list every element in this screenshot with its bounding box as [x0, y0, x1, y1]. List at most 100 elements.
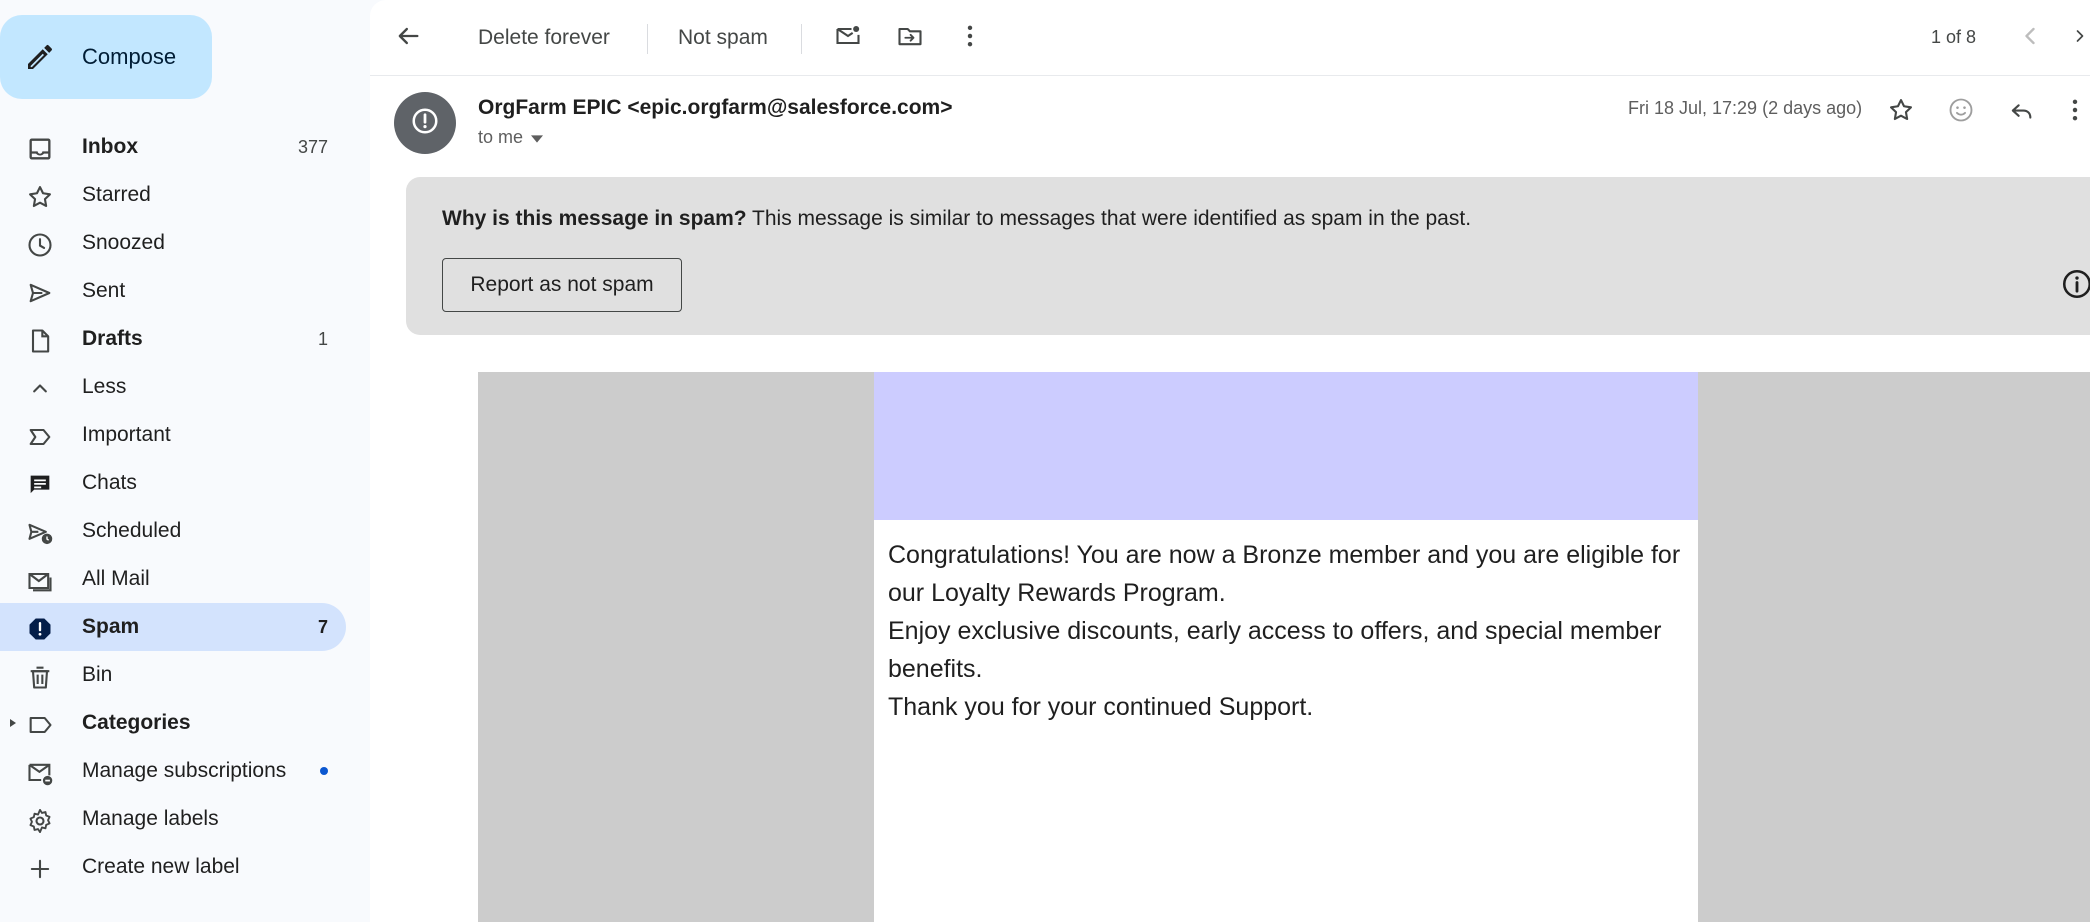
expand-caret-icon[interactable] [8, 716, 18, 735]
sidebar-item-sent[interactable]: Sent [0, 267, 346, 315]
sidebar-item-label: Starred [82, 183, 151, 206]
sidebar-item-label: Scheduled [82, 519, 182, 542]
sidebar-item-drafts[interactable]: Drafts 1 [0, 315, 346, 363]
spam-reason-text: Why is this message in spam? This messag… [442, 207, 1471, 231]
sidebar-item-manage-subscriptions[interactable]: Manage subscriptions [0, 747, 346, 795]
sidebar-item-label: All Mail [82, 567, 150, 590]
sidebar-item-categories[interactable]: Categories [0, 699, 346, 747]
sidebar-nav: Inbox 377 Starred Snoozed Sent Drafts 1 … [0, 123, 346, 891]
sidebar: Compose Inbox 377 Starred Snoozed Sent D… [0, 0, 370, 922]
email-body-text: Congratulations! You are now a Bronze me… [888, 536, 1688, 726]
older-button[interactable] [2070, 18, 2090, 58]
mail-unsubscribe-icon [26, 759, 54, 787]
chat-icon [26, 471, 54, 499]
reply-icon [2007, 96, 2035, 129]
star-button[interactable] [1881, 92, 1921, 132]
sidebar-item-label: Chats [82, 471, 137, 494]
spam-warning-banner: Why is this message in spam? This messag… [406, 177, 2090, 335]
back-button[interactable] [394, 18, 422, 58]
drafts-count: 1 [317, 328, 328, 349]
sidebar-item-label: Spam [82, 615, 140, 638]
sidebar-item-create-new-label[interactable]: Create new label [0, 843, 346, 891]
sidebar-item-label: Manage subscriptions [82, 759, 287, 782]
sidebar-item-chats[interactable]: Chats [0, 459, 346, 507]
sidebar-item-label: Sent [82, 279, 126, 302]
delete-forever-button[interactable]: Delete forever [478, 26, 610, 50]
chevron-right-icon [2070, 22, 2090, 55]
sidebar-item-manage-labels[interactable]: Manage labels [0, 795, 346, 843]
compose-button[interactable]: Compose [0, 15, 212, 99]
newer-button[interactable] [2016, 18, 2044, 58]
sidebar-item-snoozed[interactable]: Snoozed [0, 219, 346, 267]
email-card: Congratulations! You are now a Bronze me… [874, 372, 1698, 922]
compose-label: Compose [82, 44, 177, 69]
info-icon[interactable] [2060, 267, 2090, 301]
report-not-spam-button[interactable]: Report as not spam [442, 258, 682, 312]
more-vert-icon [2061, 96, 2089, 129]
email-paragraph: Thank you for your continued Support. [888, 693, 1314, 721]
sender-name: OrgFarm EPIC <epic.orgfarm@salesforce.co… [478, 96, 953, 119]
message-header: OrgFarm EPIC <epic.orgfarm@salesforce.co… [370, 76, 2090, 176]
new-indicator-dot [320, 767, 328, 775]
move-to-button[interactable] [896, 18, 924, 58]
emoji-icon [1947, 96, 1975, 129]
message-date: Fri 18 Jul, 17:29 (2 days ago) [1628, 98, 1863, 118]
pagination-count: 1 of 8 [1931, 27, 1977, 47]
sidebar-item-bin[interactable]: Bin [0, 651, 346, 699]
sidebar-item-important[interactable]: Important [0, 411, 346, 459]
draft-file-icon [26, 327, 54, 355]
sidebar-item-spam[interactable]: Spam 7 [0, 603, 346, 651]
all-mail-icon [26, 567, 54, 595]
star-icon [1887, 96, 1915, 129]
sidebar-item-all-mail[interactable]: All Mail [0, 555, 346, 603]
toolbar-divider [647, 24, 648, 54]
warning-icon [410, 106, 440, 141]
sidebar-item-label: Snoozed [82, 231, 165, 254]
reply-button[interactable] [2001, 92, 2041, 132]
chevron-left-icon [2016, 22, 2044, 55]
email-paragraph: Congratulations! You are now a Bronze me… [888, 541, 1681, 607]
more-options-button[interactable] [956, 18, 984, 58]
message-view: Delete forever Not spam 1 of 8 OrgFarm E… [370, 0, 2090, 922]
more-vert-icon [956, 22, 984, 55]
spam-explanation: This message is similar to messages that… [746, 207, 1472, 230]
sidebar-item-label: Drafts [82, 327, 143, 350]
sidebar-item-scheduled[interactable]: Scheduled [0, 507, 346, 555]
star-icon [26, 183, 54, 211]
inbox-count: 377 [297, 136, 328, 157]
mail-unread-icon [834, 22, 862, 55]
spam-question: Why is this message in spam? [442, 207, 747, 230]
toolbar-divider [801, 24, 802, 54]
sidebar-item-less[interactable]: Less [0, 363, 346, 411]
move-to-folder-icon [896, 22, 924, 55]
recipient-label: to me [478, 127, 524, 147]
email-paragraph: Enjoy exclusive discounts, early access … [888, 617, 1662, 683]
trash-icon [26, 663, 54, 691]
plus-icon [26, 855, 54, 883]
label-icon [26, 711, 54, 739]
message-more-button[interactable] [2060, 92, 2090, 132]
recipient-details-toggle[interactable]: to me [478, 127, 544, 148]
pencil-icon [24, 41, 56, 73]
arrow-left-icon [394, 22, 422, 55]
sidebar-item-label: Categories [82, 711, 191, 734]
caret-down-icon [531, 127, 544, 148]
report-spam-icon [26, 615, 54, 643]
mark-unread-button[interactable] [834, 18, 862, 58]
add-reaction-button[interactable] [1941, 92, 1981, 132]
chevron-up-icon [26, 375, 54, 403]
send-icon [26, 279, 54, 307]
inbox-icon [26, 135, 54, 163]
gear-icon [26, 807, 54, 835]
sidebar-item-label: Bin [82, 663, 113, 686]
sidebar-item-label: Inbox [82, 135, 138, 158]
email-header-banner [874, 372, 1698, 520]
message-toolbar: Delete forever Not spam 1 of 8 [370, 0, 2090, 76]
sender-avatar [394, 92, 456, 154]
sidebar-item-label: Manage labels [82, 807, 219, 830]
sidebar-item-inbox[interactable]: Inbox 377 [0, 123, 346, 171]
sidebar-item-starred[interactable]: Starred [0, 171, 346, 219]
spam-count: 7 [317, 616, 328, 637]
not-spam-button[interactable]: Not spam [678, 26, 768, 50]
sidebar-item-label: Important [82, 423, 171, 446]
